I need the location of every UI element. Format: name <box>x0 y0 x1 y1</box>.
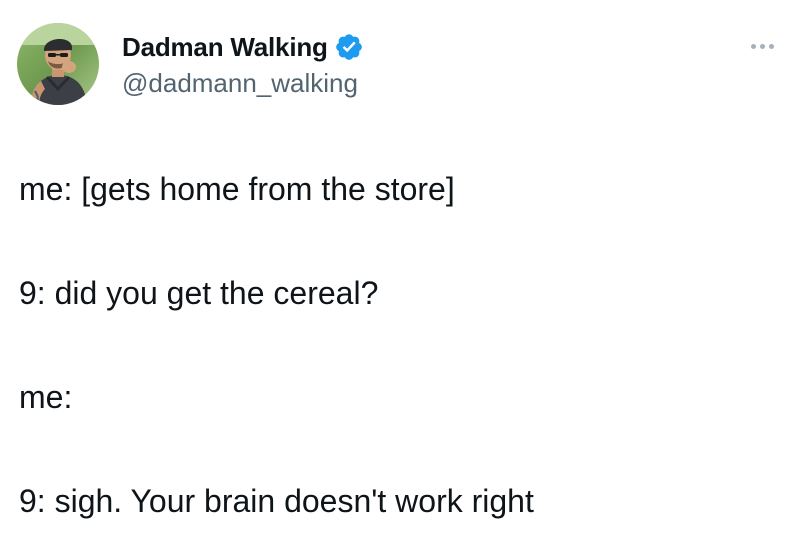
author-block: Dadman Walking @dadmann_walking <box>122 30 364 99</box>
tweet-line: me: <box>19 379 73 415</box>
more-options-dot <box>759 43 765 49</box>
tweet-line: 9: sigh. Your brain doesn't work right <box>19 483 534 519</box>
author-name-row: Dadman Walking <box>122 30 364 64</box>
author-display-name[interactable]: Dadman Walking <box>122 32 328 63</box>
tweet-line: me: [gets home from the store] <box>19 171 455 207</box>
tweet-text: me: [gets home from the store] 9: did yo… <box>19 170 789 520</box>
author-avatar[interactable] <box>17 23 99 105</box>
profile-photo-icon <box>17 23 99 105</box>
more-options-dot <box>768 43 774 49</box>
more-options-button[interactable] <box>742 34 782 58</box>
tweet-line: 9: did you get the cereal? <box>19 275 379 311</box>
tweet-card: Dadman Walking @dadmann_walking me: [get… <box>0 0 800 550</box>
author-handle[interactable]: @dadmann_walking <box>122 68 364 99</box>
verified-badge-icon <box>334 32 364 62</box>
more-options-icon <box>750 43 756 49</box>
